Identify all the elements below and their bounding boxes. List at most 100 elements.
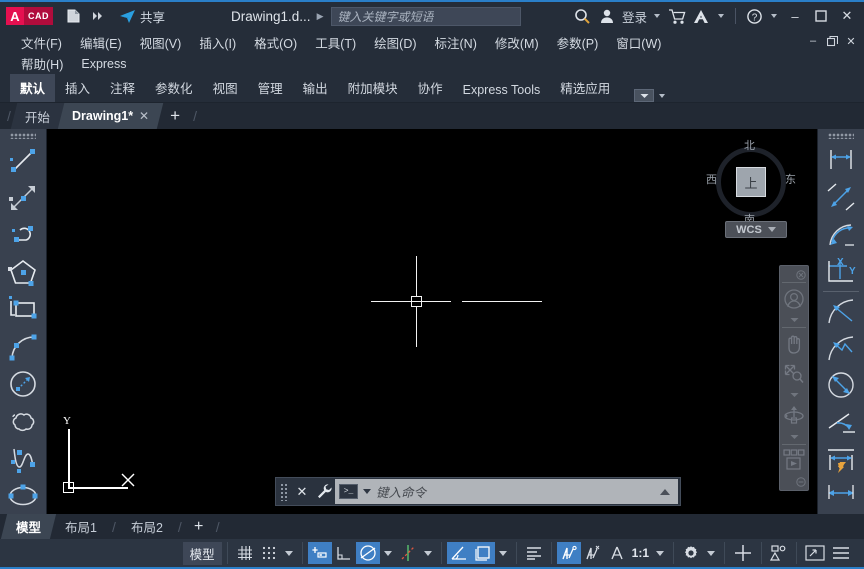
new-layout-button[interactable]: + <box>185 514 213 539</box>
share-button[interactable]: 共享 <box>115 5 169 28</box>
steering-wheel-caret[interactable] <box>780 314 808 326</box>
doc-close-button[interactable]: ✕ <box>842 32 860 50</box>
line-tool[interactable] <box>2 142 45 179</box>
title-dropdown-arrow[interactable]: ▶ <box>317 11 324 22</box>
arc-length-dimension-tool[interactable] <box>820 216 863 253</box>
dimension-toolbar-grip[interactable] <box>828 133 854 139</box>
menu-tools[interactable]: 工具(T) <box>306 31 365 54</box>
polar-tracking-toggle[interactable] <box>355 542 380 564</box>
tab-annotate[interactable]: 注释 <box>100 74 145 102</box>
file-tab-start[interactable]: 开始 <box>10 103 65 129</box>
jogged-radius-dimension-tool[interactable] <box>820 329 863 366</box>
rectangle-tool[interactable] <box>2 291 45 328</box>
snap-settings-caret[interactable] <box>284 550 293 556</box>
continue-dimension-tool[interactable] <box>820 477 863 514</box>
hardware-acceleration-button[interactable] <box>730 542 756 564</box>
orbit-icon[interactable] <box>780 401 808 431</box>
file-tab-drawing1[interactable]: Drawing1* ✕ <box>57 103 164 129</box>
layout-tab-model[interactable]: 模型 <box>0 514 57 539</box>
transparency-toggle[interactable] <box>522 542 546 564</box>
tab-featured-apps[interactable]: 精选应用 <box>550 74 620 102</box>
object-snap-toggle[interactable] <box>446 542 471 564</box>
menu-edit[interactable]: 编辑(E) <box>71 31 131 54</box>
polar-settings-caret[interactable] <box>383 550 392 556</box>
infer-constraints-toggle[interactable] <box>307 542 332 564</box>
tab-addins[interactable]: 附加模块 <box>338 74 408 102</box>
gear-icon[interactable] <box>679 542 703 564</box>
menu-express[interactable]: Express <box>72 55 135 73</box>
baseline-dimension-tool[interactable] <box>820 440 863 477</box>
workspace-caret[interactable] <box>707 550 715 556</box>
osnap-tracking-caret[interactable] <box>423 550 432 556</box>
wcs-selector[interactable]: WCS <box>725 221 787 238</box>
revision-cloud-tool[interactable] <box>2 402 45 439</box>
account-dropdown-caret[interactable] <box>654 14 660 18</box>
close-button[interactable]: ✕ <box>834 3 860 29</box>
zoom-extents-icon[interactable] <box>780 359 808 389</box>
orbit-caret[interactable] <box>780 431 808 443</box>
ortho-mode-toggle[interactable] <box>332 542 356 564</box>
angular-dimension-tool[interactable] <box>820 403 863 440</box>
layout-tab-layout1[interactable]: 布局1 <box>50 514 112 539</box>
arc-tool[interactable] <box>2 328 45 365</box>
radius-dimension-tool[interactable] <box>820 292 863 329</box>
isolate-objects-button[interactable] <box>767 542 791 564</box>
tab-home[interactable]: 默认 <box>10 74 56 102</box>
annotation-scale-value[interactable]: 1:1 <box>629 546 652 560</box>
menu-file[interactable]: 文件(F) <box>12 31 71 54</box>
menu-modify[interactable]: 修改(M) <box>486 31 548 54</box>
object-snap-tracking-toggle[interactable] <box>396 542 420 564</box>
zoom-caret[interactable] <box>780 389 808 401</box>
grid-display-toggle[interactable] <box>233 542 257 564</box>
command-input[interactable]: >_ 键入命令 <box>335 479 678 504</box>
tab-insert[interactable]: 插入 <box>55 74 100 102</box>
cart-icon[interactable] <box>665 4 689 28</box>
tab-view[interactable]: 视图 <box>203 74 248 102</box>
autoscale-toggle[interactable] <box>581 542 605 564</box>
ribbon-state-caret[interactable] <box>659 93 666 98</box>
menu-dimension[interactable]: 标注(N) <box>426 31 486 54</box>
tab-parametric[interactable]: 参数化 <box>145 74 203 102</box>
minimize-button[interactable]: – <box>782 3 808 29</box>
menu-insert[interactable]: 插入(I) <box>190 31 245 54</box>
annotation-scale-caret[interactable] <box>656 550 664 556</box>
steering-wheel-icon[interactable] <box>780 284 808 314</box>
linear-dimension-tool[interactable] <box>820 142 863 179</box>
showmotion-icon[interactable] <box>780 446 808 476</box>
annotation-visibility-toggle[interactable] <box>556 542 581 564</box>
customization-button[interactable] <box>828 542 854 564</box>
command-history-caret[interactable] <box>363 489 371 494</box>
app-dropdown-caret[interactable] <box>718 14 724 18</box>
help-icon[interactable]: ? <box>742 4 766 28</box>
help-dropdown-caret[interactable] <box>771 14 777 18</box>
doc-restore-button[interactable] <box>823 32 841 50</box>
status-model-button[interactable]: 模型 <box>182 541 222 565</box>
view-compass[interactable]: 上 北 南 西 东 <box>706 139 796 226</box>
signin-button[interactable]: 登录 <box>619 4 649 28</box>
menu-view[interactable]: 视图(V) <box>131 31 191 54</box>
snap-mode-toggle[interactable] <box>257 542 281 564</box>
ordinate-dimension-tool[interactable]: X Y <box>820 253 863 290</box>
ribbon-state-icon[interactable] <box>634 89 655 102</box>
menu-parametric[interactable]: 参数(P) <box>548 31 608 54</box>
new-file-icon[interactable] <box>63 5 85 27</box>
search-input[interactable]: 键入关键字或短语 <box>331 6 522 26</box>
aligned-dimension-tool[interactable] <box>820 179 863 216</box>
lineweight-caret[interactable] <box>498 550 507 556</box>
menu-window[interactable]: 窗口(W) <box>607 31 670 54</box>
tab-express-tools[interactable]: Express Tools <box>453 79 551 102</box>
pan-hand-icon[interactable] <box>780 329 808 359</box>
tab-collaborate[interactable]: 协作 <box>408 74 453 102</box>
more-qat-icon[interactable] <box>87 5 109 27</box>
tab-output[interactable]: 输出 <box>293 74 338 102</box>
layout-tab-layout2[interactable]: 布局2 <box>116 514 178 539</box>
polygon-tool[interactable] <box>2 254 45 291</box>
fullscreen-button[interactable] <box>802 542 828 564</box>
ellipse-tool[interactable] <box>2 477 45 514</box>
tab-manage[interactable]: 管理 <box>248 74 293 102</box>
wrench-icon[interactable] <box>313 480 335 504</box>
menu-format[interactable]: 格式(O) <box>245 31 306 54</box>
construction-line-tool[interactable] <box>2 179 45 216</box>
circle-tool[interactable] <box>2 365 45 402</box>
command-line-close-icon[interactable]: ✕ <box>291 480 313 504</box>
